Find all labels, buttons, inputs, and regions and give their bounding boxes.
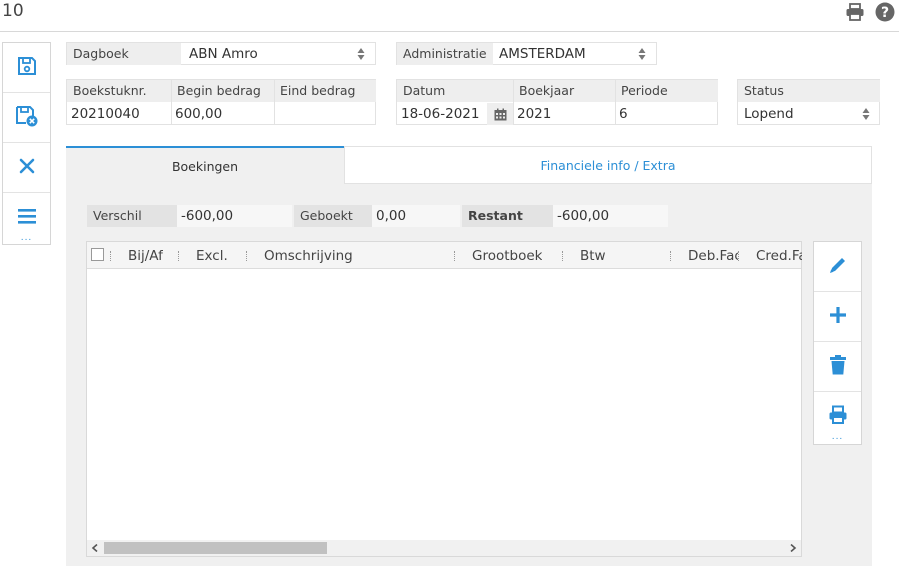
save-close-button[interactable] bbox=[3, 93, 50, 143]
periode-field[interactable]: 6 bbox=[615, 103, 718, 125]
delete-button[interactable] bbox=[814, 342, 861, 392]
sort-arrows-icon bbox=[862, 108, 870, 120]
calendar-icon[interactable] bbox=[487, 103, 513, 125]
datum-label: Datum bbox=[397, 80, 513, 102]
sort-arrows-icon bbox=[638, 48, 646, 60]
periode-label: Periode bbox=[615, 80, 718, 102]
print-button[interactable]: ... bbox=[814, 392, 861, 442]
column-separator bbox=[670, 251, 672, 261]
verschil-label: Verschil bbox=[87, 205, 177, 227]
restant-value: -600,00 bbox=[553, 205, 668, 227]
column-separator bbox=[246, 251, 248, 261]
boekstuknr-field[interactable]: 20210040 bbox=[67, 103, 171, 125]
col-btw[interactable]: Btw bbox=[580, 242, 606, 269]
divider bbox=[615, 80, 616, 125]
menu-button[interactable]: ... bbox=[3, 193, 50, 243]
header-divider bbox=[0, 31, 899, 32]
scrollbar-thumb[interactable] bbox=[104, 542, 327, 554]
left-toolbar: ... bbox=[2, 42, 51, 245]
tab-financiele-info[interactable]: Financiele info / Extra bbox=[344, 146, 872, 184]
col-bij-af[interactable]: Bij/Af bbox=[128, 242, 163, 269]
scroll-right-icon[interactable] bbox=[785, 540, 801, 556]
datum-field[interactable]: 18-06-2021 bbox=[397, 103, 487, 125]
horizontal-scrollbar[interactable] bbox=[87, 540, 801, 556]
select-all-checkbox[interactable] bbox=[91, 248, 104, 261]
edit-icon bbox=[828, 255, 848, 279]
sort-arrows-icon bbox=[357, 48, 365, 60]
begin-bedrag-label: Begin bedrag bbox=[171, 80, 274, 102]
status-label: Status bbox=[738, 80, 880, 102]
save-close-icon bbox=[15, 105, 39, 131]
administratie-select[interactable]: Administratie AMSTERDAM bbox=[396, 42, 657, 65]
page-title: 10 bbox=[2, 1, 24, 21]
divider bbox=[171, 80, 172, 125]
column-separator bbox=[454, 251, 456, 261]
eind-bedrag-field[interactable] bbox=[274, 103, 376, 125]
add-icon bbox=[828, 305, 848, 329]
boekjaar-label: Boekjaar bbox=[513, 80, 615, 102]
add-button[interactable] bbox=[814, 292, 861, 342]
period-group: Datum Boekjaar Periode 18-06-2021 2021 6 bbox=[396, 79, 718, 125]
begin-bedrag-field[interactable]: 600,00 bbox=[171, 103, 274, 125]
delete-icon bbox=[829, 354, 847, 379]
print-icon[interactable] bbox=[845, 2, 865, 22]
divider bbox=[513, 80, 514, 125]
col-cred-fac[interactable]: Cred.Fa bbox=[756, 242, 802, 269]
header-actions: ? bbox=[845, 2, 895, 22]
col-excl[interactable]: Excl. bbox=[196, 242, 228, 269]
geboekt-value: 0,00 bbox=[372, 205, 460, 227]
column-separator bbox=[738, 251, 740, 261]
svg-text:?: ? bbox=[881, 5, 889, 21]
restant-label: Restant bbox=[462, 205, 553, 227]
column-separator bbox=[562, 251, 564, 261]
status-group: Status Lopend bbox=[737, 79, 880, 125]
col-grootboek[interactable]: Grootboek bbox=[472, 242, 542, 269]
scroll-left-icon[interactable] bbox=[87, 540, 103, 556]
more-indicator: ... bbox=[831, 432, 844, 442]
boekjaar-field[interactable]: 2021 bbox=[513, 103, 615, 125]
administratie-label: Administratie bbox=[397, 43, 493, 65]
dagboek-label: Dagboek bbox=[67, 43, 181, 65]
status-value: Lopend bbox=[744, 106, 794, 122]
dagboek-value: ABN Amro bbox=[189, 46, 258, 62]
table-header: Bij/Af Excl. Omschrijving Grootboek Btw … bbox=[87, 242, 802, 269]
edit-button[interactable] bbox=[814, 242, 861, 292]
col-deb-fac[interactable]: Deb.Fac bbox=[688, 242, 738, 269]
print-icon bbox=[828, 405, 848, 429]
verschil-value: -600,00 bbox=[177, 205, 292, 227]
administratie-value: AMSTERDAM bbox=[499, 46, 586, 62]
save-icon bbox=[17, 56, 37, 80]
status-select[interactable]: Lopend bbox=[738, 103, 880, 125]
column-separator bbox=[178, 251, 180, 261]
more-indicator: ... bbox=[20, 233, 33, 243]
save-button[interactable] bbox=[3, 43, 50, 93]
eind-bedrag-label: Eind bedrag bbox=[274, 80, 376, 102]
help-icon[interactable]: ? bbox=[875, 2, 895, 22]
amounts-group: Boekstuknr. Begin bedrag Eind bedrag 202… bbox=[66, 79, 376, 125]
boekingen-table: Bij/Af Excl. Omschrijving Grootboek Btw … bbox=[86, 241, 802, 557]
tab-boekingen[interactable]: Boekingen bbox=[66, 146, 344, 184]
menu-icon bbox=[17, 207, 37, 229]
right-toolbar: ... bbox=[813, 241, 862, 445]
col-omschrijving[interactable]: Omschrijving bbox=[264, 242, 353, 269]
cancel-button[interactable] bbox=[3, 143, 50, 193]
column-separator bbox=[110, 251, 112, 261]
geboekt-label: Geboekt bbox=[294, 205, 372, 227]
dagboek-select[interactable]: Dagboek ABN Amro bbox=[66, 42, 376, 65]
divider bbox=[274, 80, 275, 125]
close-icon bbox=[19, 158, 35, 178]
boekstuknr-label: Boekstuknr. bbox=[67, 80, 171, 102]
